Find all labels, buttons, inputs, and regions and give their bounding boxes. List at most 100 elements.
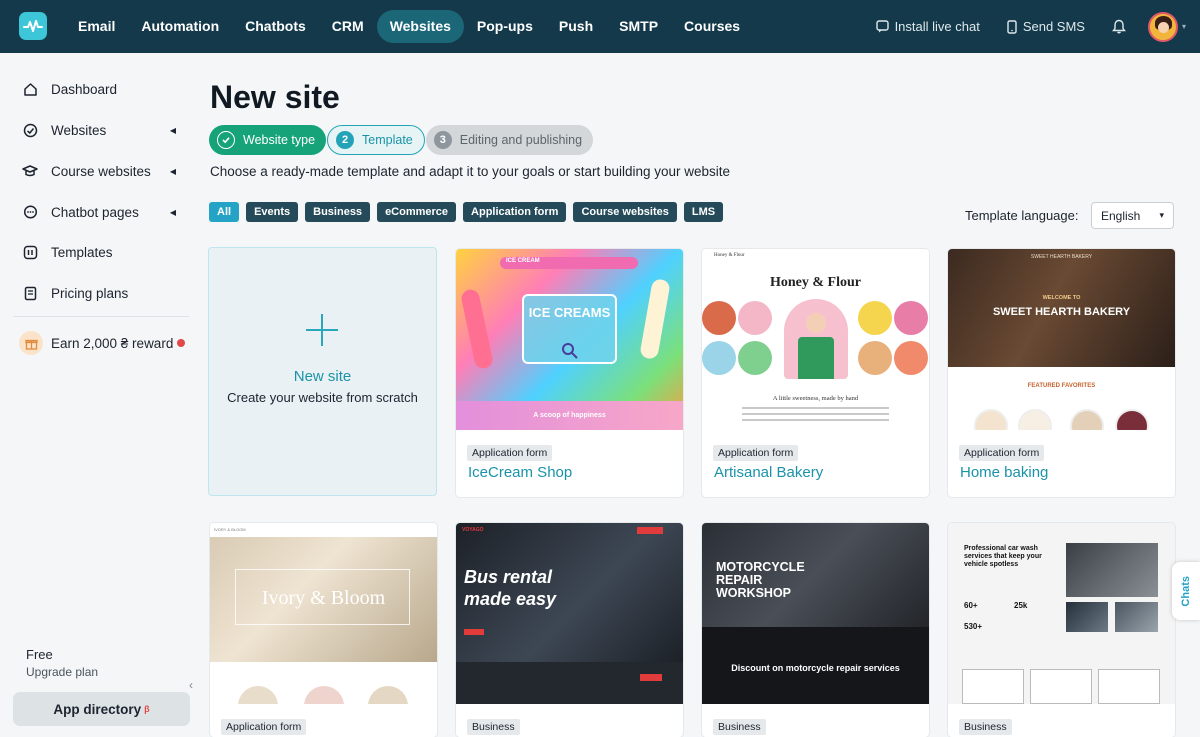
macaron-image bbox=[738, 341, 772, 375]
thumb-headline-2: made easy bbox=[464, 589, 557, 609]
pastry-image bbox=[1070, 409, 1104, 430]
car-image bbox=[1115, 602, 1158, 632]
nav-push[interactable]: Push bbox=[546, 10, 606, 43]
cake-image bbox=[702, 301, 736, 335]
template-thumbnail: IVORY & BLOOM Ivory & Bloom bbox=[210, 523, 437, 704]
car-wash-image bbox=[1066, 543, 1158, 597]
template-card-artisanal-bakery[interactable]: Honey & Flour Honey & Flour A little swe… bbox=[702, 249, 929, 497]
sidebar-item-pricing-plans[interactable]: Pricing plans bbox=[22, 282, 192, 304]
magnifier-icon bbox=[562, 343, 578, 359]
tart-image bbox=[894, 341, 928, 375]
notifications-bell-icon[interactable] bbox=[1112, 19, 1126, 34]
template-card-car-wash[interactable]: Professional car wash services that keep… bbox=[948, 523, 1175, 737]
earn-reward-item[interactable]: Earn 2,000 ₴ reward bbox=[19, 331, 186, 355]
baker-apron bbox=[798, 337, 834, 379]
new-site-title: New site bbox=[293, 368, 352, 385]
filter-business[interactable]: Business bbox=[305, 202, 371, 222]
nav-popups[interactable]: Pop-ups bbox=[464, 10, 546, 43]
app-logo[interactable] bbox=[19, 12, 47, 40]
baker-image bbox=[784, 299, 848, 379]
baker-face bbox=[806, 313, 826, 333]
thumb-hero: SWEET HEARTH BAKERY WELCOME TO SWEET HEA… bbox=[948, 249, 1175, 367]
filter-lms[interactable]: LMS bbox=[683, 202, 724, 222]
thumb-hero: Ivory & Bloom bbox=[210, 537, 437, 662]
caret-left-icon: ◀ bbox=[169, 166, 176, 176]
thumb-subheadline: Discount on motorcycle repair services bbox=[731, 663, 900, 673]
template-name: Home baking bbox=[960, 464, 1049, 481]
nav-smtp[interactable]: SMTP bbox=[606, 10, 671, 43]
beta-badge: β bbox=[144, 704, 150, 714]
thumb-footer-band: A scoop of happiness bbox=[456, 401, 683, 430]
thumb-text-line bbox=[742, 419, 889, 421]
nav-crm[interactable]: CRM bbox=[319, 10, 377, 43]
thumb-headline: ICE CREAMS bbox=[528, 305, 611, 320]
thumb-stat: 25k bbox=[1014, 601, 1028, 610]
install-live-chat-link[interactable]: Install live chat bbox=[875, 19, 980, 34]
pastry-image bbox=[1018, 409, 1052, 430]
user-menu[interactable]: ▾ bbox=[1147, 11, 1186, 42]
nav-chatbots[interactable]: Chatbots bbox=[232, 10, 319, 43]
sidebar-item-label: Dashboard bbox=[51, 81, 118, 97]
template-card-bus-rental[interactable]: VOYAGO Bus rental made easy Business bbox=[456, 523, 683, 737]
sidebar-item-course-websites[interactable]: Course websites ◀ bbox=[22, 160, 192, 182]
flower-image bbox=[304, 686, 344, 704]
send-sms-label: Send SMS bbox=[1022, 19, 1085, 34]
filter-all[interactable]: All bbox=[209, 202, 240, 222]
nav-automation[interactable]: Automation bbox=[128, 10, 232, 43]
main-nav: Email Automation Chatbots CRM Websites P… bbox=[65, 10, 753, 43]
thumb-section-title: FEATURED FAVORITES bbox=[1027, 383, 1096, 389]
thumb-button bbox=[464, 629, 484, 635]
earn-reward-label: Earn 2,000 ₴ reward bbox=[51, 335, 174, 351]
step-template[interactable]: 2 Template bbox=[327, 125, 425, 155]
sidebar-item-label: Course websites bbox=[51, 163, 151, 179]
filter-course-websites[interactable]: Course websites bbox=[573, 202, 677, 222]
thumb-headline: Honey & Flour bbox=[770, 275, 861, 290]
nav-email[interactable]: Email bbox=[65, 10, 128, 43]
sidebar-item-websites[interactable]: Websites ◀ bbox=[22, 119, 192, 141]
template-thumbnail: Honey & Flour Honey & Flour A little swe… bbox=[702, 249, 929, 430]
nav-websites[interactable]: Websites bbox=[376, 10, 464, 43]
sidebar-item-templates[interactable]: Templates bbox=[22, 241, 192, 263]
template-tag: Application form bbox=[467, 445, 553, 461]
nav-courses[interactable]: Courses bbox=[671, 10, 753, 43]
app-directory-button[interactable]: App directory β bbox=[13, 692, 190, 726]
thumb-caption: A little sweetness, made by hand bbox=[772, 395, 859, 402]
category-filters: All Events Business eCommerce Applicatio… bbox=[209, 202, 730, 222]
template-thumbnail: VOYAGO Bus rental made easy bbox=[456, 523, 683, 704]
thumb-headline: MOTORCYCLE REPAIR WORKSHOP bbox=[716, 560, 805, 600]
step-label: Website type bbox=[243, 133, 316, 147]
template-thumbnail: Professional car wash services that keep… bbox=[948, 523, 1175, 704]
upgrade-plan-link[interactable]: Upgrade plan bbox=[26, 665, 98, 679]
pricing-icon bbox=[22, 285, 38, 301]
filter-events[interactable]: Events bbox=[246, 202, 299, 222]
collapse-sidebar-icon[interactable]: ‹ bbox=[189, 678, 193, 692]
step-editing-publishing[interactable]: 3 Editing and publishing bbox=[425, 125, 594, 155]
filter-ecommerce[interactable]: eCommerce bbox=[377, 202, 457, 222]
chats-tab[interactable]: Chats bbox=[1172, 562, 1200, 620]
thumb-hero-box: ICE CREAMS bbox=[522, 294, 617, 364]
template-thumbnail: SWEET HEARTH BAKERY WELCOME TO SWEET HEA… bbox=[948, 249, 1175, 430]
thumb-navbar: ICE CREAM bbox=[500, 257, 638, 269]
template-card-motorcycle-repair[interactable]: MOTORCYCLE REPAIR WORKSHOP Discount on m… bbox=[702, 523, 929, 737]
candy-image bbox=[894, 301, 928, 335]
filter-application-form[interactable]: Application form bbox=[463, 202, 567, 222]
step-website-type[interactable]: Website type bbox=[209, 125, 327, 155]
chevron-down-icon: ▾ bbox=[1159, 210, 1164, 220]
template-card-ivory-bloom[interactable]: IVORY & BLOOM Ivory & Bloom Application … bbox=[210, 523, 437, 737]
thumb-brand: VOYAGO bbox=[462, 527, 484, 533]
check-icon bbox=[217, 131, 235, 149]
avatar bbox=[1147, 11, 1178, 42]
new-site-card[interactable]: New site Create your website from scratc… bbox=[208, 247, 437, 496]
template-tag: Business bbox=[959, 719, 1012, 735]
caret-left-icon: ◀ bbox=[169, 207, 176, 217]
page-title: New site bbox=[210, 79, 340, 115]
template-language-select[interactable]: English ▾ bbox=[1091, 202, 1174, 229]
template-card-home-baking[interactable]: SWEET HEARTH BAKERY WELCOME TO SWEET HEA… bbox=[948, 249, 1175, 497]
template-card-icecream-shop[interactable]: ICE CREAM ICE CREAMS A scoop of happines… bbox=[456, 249, 683, 497]
thumb-book-button bbox=[640, 674, 662, 681]
template-name: Artisanal Bakery bbox=[714, 464, 824, 481]
send-sms-link[interactable]: Send SMS bbox=[1007, 19, 1085, 34]
sidebar-item-dashboard[interactable]: Dashboard bbox=[22, 78, 192, 100]
sidebar-item-chatbot-pages[interactable]: Chatbot pages ◀ bbox=[22, 201, 192, 223]
home-icon bbox=[22, 81, 38, 97]
